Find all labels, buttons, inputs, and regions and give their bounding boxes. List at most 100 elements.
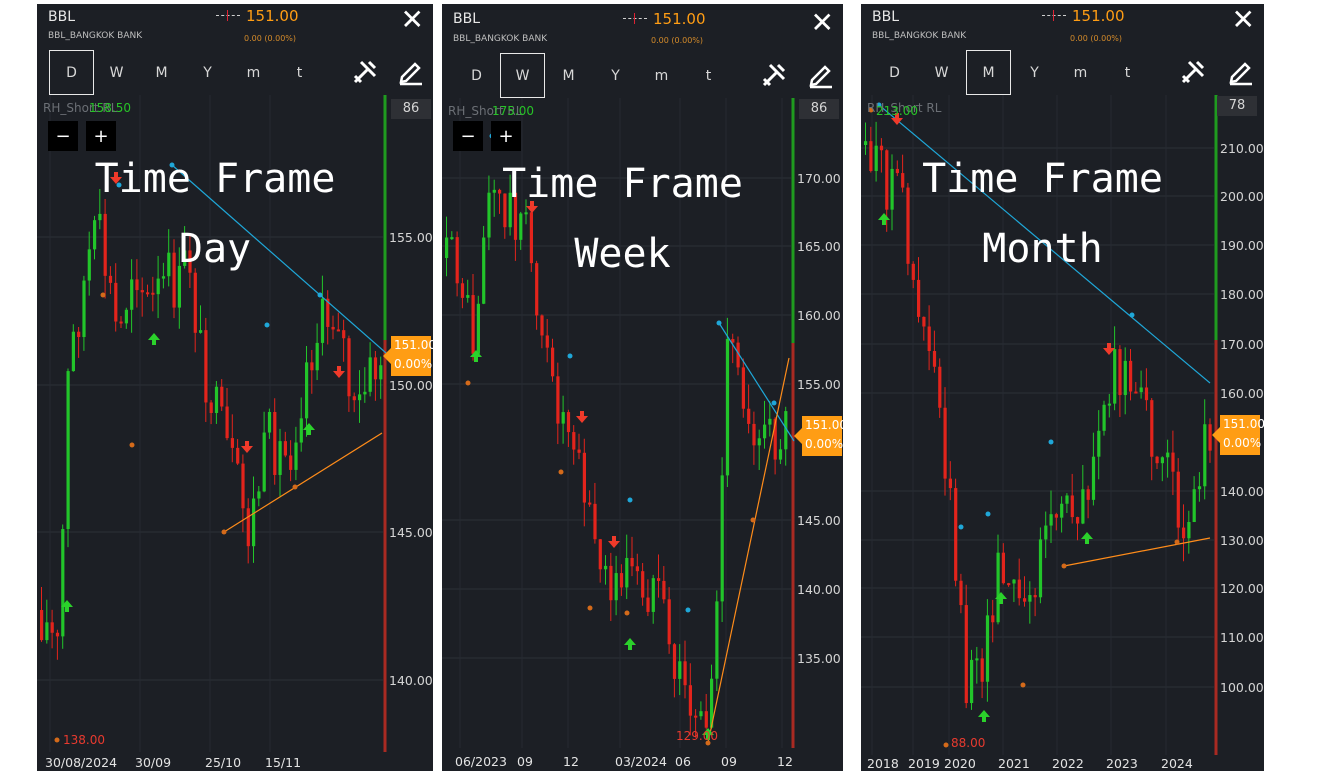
- timeframe-year[interactable]: Y: [185, 50, 230, 95]
- timeframe-minute[interactable]: m: [639, 53, 684, 98]
- timeframe-minute[interactable]: m: [1058, 50, 1103, 95]
- price-chart[interactable]: 210.00 200.00 190.00 180.00 170.00 160.00 140.…: [861, 95, 1264, 771]
- tools-icon[interactable]: [1179, 58, 1207, 86]
- price-chart[interactable]: 155.00 150.00 145.00 140.00 30/08/2024 30/09 2…: [37, 95, 433, 771]
- candle-body: [678, 661, 682, 679]
- x-axis-label: 06/2023: [455, 754, 507, 769]
- panel-header: BBL BBL_BANGKOK BANK 151.00 0.00 (0.00%)…: [861, 4, 1264, 48]
- price-marker-icon: [623, 13, 647, 24]
- timeframe-day[interactable]: D: [454, 53, 499, 98]
- candle-body: [294, 442, 298, 470]
- candle-body: [715, 601, 719, 679]
- close-icon[interactable]: ✕: [811, 9, 834, 37]
- price-marker-icon: [216, 10, 240, 21]
- zoom-in-button[interactable]: +: [86, 121, 116, 151]
- timeframe-year[interactable]: Y: [1012, 50, 1057, 95]
- candle-body: [1049, 514, 1053, 526]
- timeframe-tick[interactable]: t: [686, 53, 731, 98]
- candle-body: [1081, 489, 1085, 524]
- candle-body: [1060, 503, 1064, 518]
- candle-body: [77, 331, 81, 338]
- candle-body: [1097, 430, 1101, 457]
- candle-body: [588, 502, 592, 505]
- candle-body: [352, 396, 356, 401]
- candle-body: [87, 249, 91, 281]
- pivot-dot: [685, 607, 691, 613]
- candle-body: [1113, 349, 1117, 404]
- zoom-in-button[interactable]: +: [491, 121, 521, 151]
- candle-body: [869, 141, 873, 171]
- timeframe-month[interactable]: M: [139, 50, 184, 95]
- candle-body: [954, 488, 958, 581]
- draw-icon[interactable]: [807, 61, 835, 89]
- zoom-out-button[interactable]: −: [48, 121, 78, 151]
- zoom-out-button[interactable]: −: [453, 121, 483, 151]
- price-tag-pct: 0.00%: [394, 357, 433, 371]
- candle-body: [646, 597, 650, 612]
- buy-arrow-icon: [1081, 532, 1093, 544]
- candle-body: [582, 452, 586, 503]
- candle-body: [1091, 456, 1096, 500]
- timeframe-year[interactable]: Y: [593, 53, 638, 98]
- candle-body: [630, 557, 634, 567]
- candle-body: [135, 279, 139, 291]
- timeframe-tick[interactable]: t: [277, 50, 322, 95]
- candle-body: [310, 362, 314, 371]
- draw-icon[interactable]: [397, 58, 425, 86]
- price-marker-icon: [1042, 10, 1066, 21]
- pivot-dot: [750, 517, 756, 523]
- candle-body: [980, 658, 984, 682]
- timeframe-month[interactable]: M: [546, 53, 591, 98]
- buy-arrow-icon: [624, 638, 636, 650]
- pivot-dot: [100, 292, 106, 298]
- candle-body: [225, 406, 229, 439]
- y-axis-label: 120.00: [1220, 581, 1264, 596]
- candle-body: [246, 508, 250, 547]
- candle-body: [561, 412, 565, 424]
- candle-body: [1155, 456, 1159, 464]
- close-icon[interactable]: ✕: [401, 6, 424, 34]
- candle-body: [964, 605, 968, 704]
- timeframe-minute[interactable]: m: [231, 50, 276, 95]
- candle-body: [614, 573, 618, 601]
- y-axis-label: 140.00: [797, 582, 841, 597]
- pivot-dot: [716, 320, 722, 326]
- candle-body: [183, 250, 187, 266]
- pivot-dot: [1174, 539, 1180, 545]
- close-icon[interactable]: ✕: [1232, 6, 1255, 34]
- candle-body: [1065, 495, 1069, 504]
- candle-body: [241, 463, 245, 509]
- timeframe-day[interactable]: D: [872, 50, 917, 95]
- candle-body: [704, 711, 708, 728]
- timeframe-week[interactable]: W: [919, 50, 964, 95]
- timeframe-week[interactable]: W: [94, 50, 139, 95]
- candle-body: [466, 295, 470, 298]
- price-chart[interactable]: 170.00 165.00 160.00 155.00 145.00 140.00 135.…: [442, 98, 843, 771]
- candle-body: [970, 659, 974, 704]
- pivot-dot: [1129, 312, 1135, 318]
- x-axis-label: 2019: [908, 756, 940, 771]
- candle-body: [188, 250, 192, 273]
- price-tag: 151.00 0.00%: [1212, 415, 1264, 455]
- indicator-value: 86: [391, 99, 431, 119]
- candle-body: [917, 279, 921, 317]
- timeframe-week[interactable]: W: [500, 53, 545, 98]
- timeframe-bar: D W M Y m t: [37, 50, 433, 95]
- candle-body: [252, 498, 256, 547]
- y-axis-label: 210.00: [1220, 141, 1264, 156]
- timeframe-day[interactable]: D: [49, 50, 94, 95]
- candle-body: [943, 407, 947, 479]
- tools-icon[interactable]: [351, 58, 379, 86]
- timeframe-tick[interactable]: t: [1105, 50, 1150, 95]
- candle-body: [151, 292, 155, 295]
- tools-icon[interactable]: [760, 61, 788, 89]
- candle-body: [1129, 360, 1133, 392]
- timeframe-month[interactable]: M: [966, 50, 1011, 95]
- draw-icon[interactable]: [1227, 58, 1255, 86]
- sell-arrow-icon: [110, 172, 122, 184]
- candle-body: [1017, 579, 1021, 599]
- symbol-label: BBL: [48, 9, 76, 25]
- x-axis-label: 2024: [1161, 756, 1193, 771]
- candle-body: [492, 189, 496, 193]
- candle-body: [460, 283, 465, 298]
